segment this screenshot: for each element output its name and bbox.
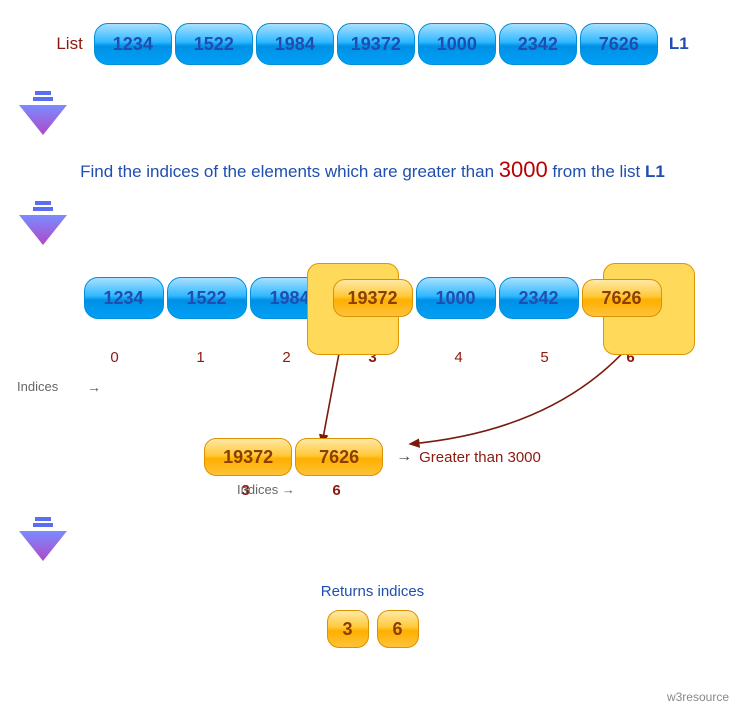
list-item-highlighted: 19372	[333, 279, 413, 317]
list-item: 1234	[84, 277, 164, 319]
indices-label: Indices →	[237, 482, 295, 497]
result-row: 3 6	[15, 610, 730, 648]
list-row-1: List 1234 1522 1984 19372 1000 2342 7626…	[15, 23, 730, 65]
arrow-down-icon	[15, 91, 71, 136]
list-item: 2342	[499, 277, 579, 319]
list-item: 19372	[337, 23, 415, 65]
arrow-down-icon	[15, 517, 71, 562]
instruction-text: Find the indices of the elements which a…	[15, 157, 730, 183]
greater-label: Greater than 3000	[419, 449, 541, 466]
list-item: 1000	[416, 277, 496, 319]
list-row-2: 1234 1522 1984 19372 1000 2342 7626	[15, 277, 730, 319]
arrow-right-icon: →	[396, 448, 412, 466]
list-item: 1522	[167, 277, 247, 319]
indices-label: Indices	[17, 379, 58, 394]
list-item-highlighted: 7626	[582, 279, 662, 317]
index-value: 5	[503, 349, 586, 366]
list-label: List	[56, 34, 82, 54]
arrow-down-icon	[15, 201, 71, 246]
result-item: 6	[377, 610, 419, 648]
list-row-2-container: 1234 1522 1984 19372 1000 2342 7626 0 1 …	[15, 277, 730, 366]
list-name-label: L1	[669, 34, 689, 54]
caption-mid: from the list	[548, 162, 645, 181]
filtered-index: 6	[293, 482, 381, 499]
list-item: 1522	[175, 23, 253, 65]
filtered-indices-row: Indices → 3 6	[15, 482, 730, 499]
result-item: 3	[327, 610, 369, 648]
index-value: 4	[417, 349, 500, 366]
threshold-value: 3000	[499, 157, 548, 182]
filtered-item: 19372	[204, 438, 292, 476]
returns-label: Returns indices	[15, 583, 730, 600]
arrow-right-icon: →	[87, 379, 101, 395]
caption-pre: Find the indices of the elements which a…	[80, 162, 499, 181]
filtered-row: 19372 7626 → Greater than 3000	[15, 438, 730, 476]
credit-label: w3resource	[667, 690, 729, 704]
list-item: 7626	[580, 23, 658, 65]
list-item: 2342	[499, 23, 577, 65]
index-value: 1	[159, 349, 242, 366]
list-item: 1234	[94, 23, 172, 65]
filtered-item: 7626	[295, 438, 383, 476]
index-value: 0	[73, 349, 156, 366]
caption-list-name: L1	[645, 162, 665, 181]
list-item: 1000	[418, 23, 496, 65]
list-item: 1984	[256, 23, 334, 65]
